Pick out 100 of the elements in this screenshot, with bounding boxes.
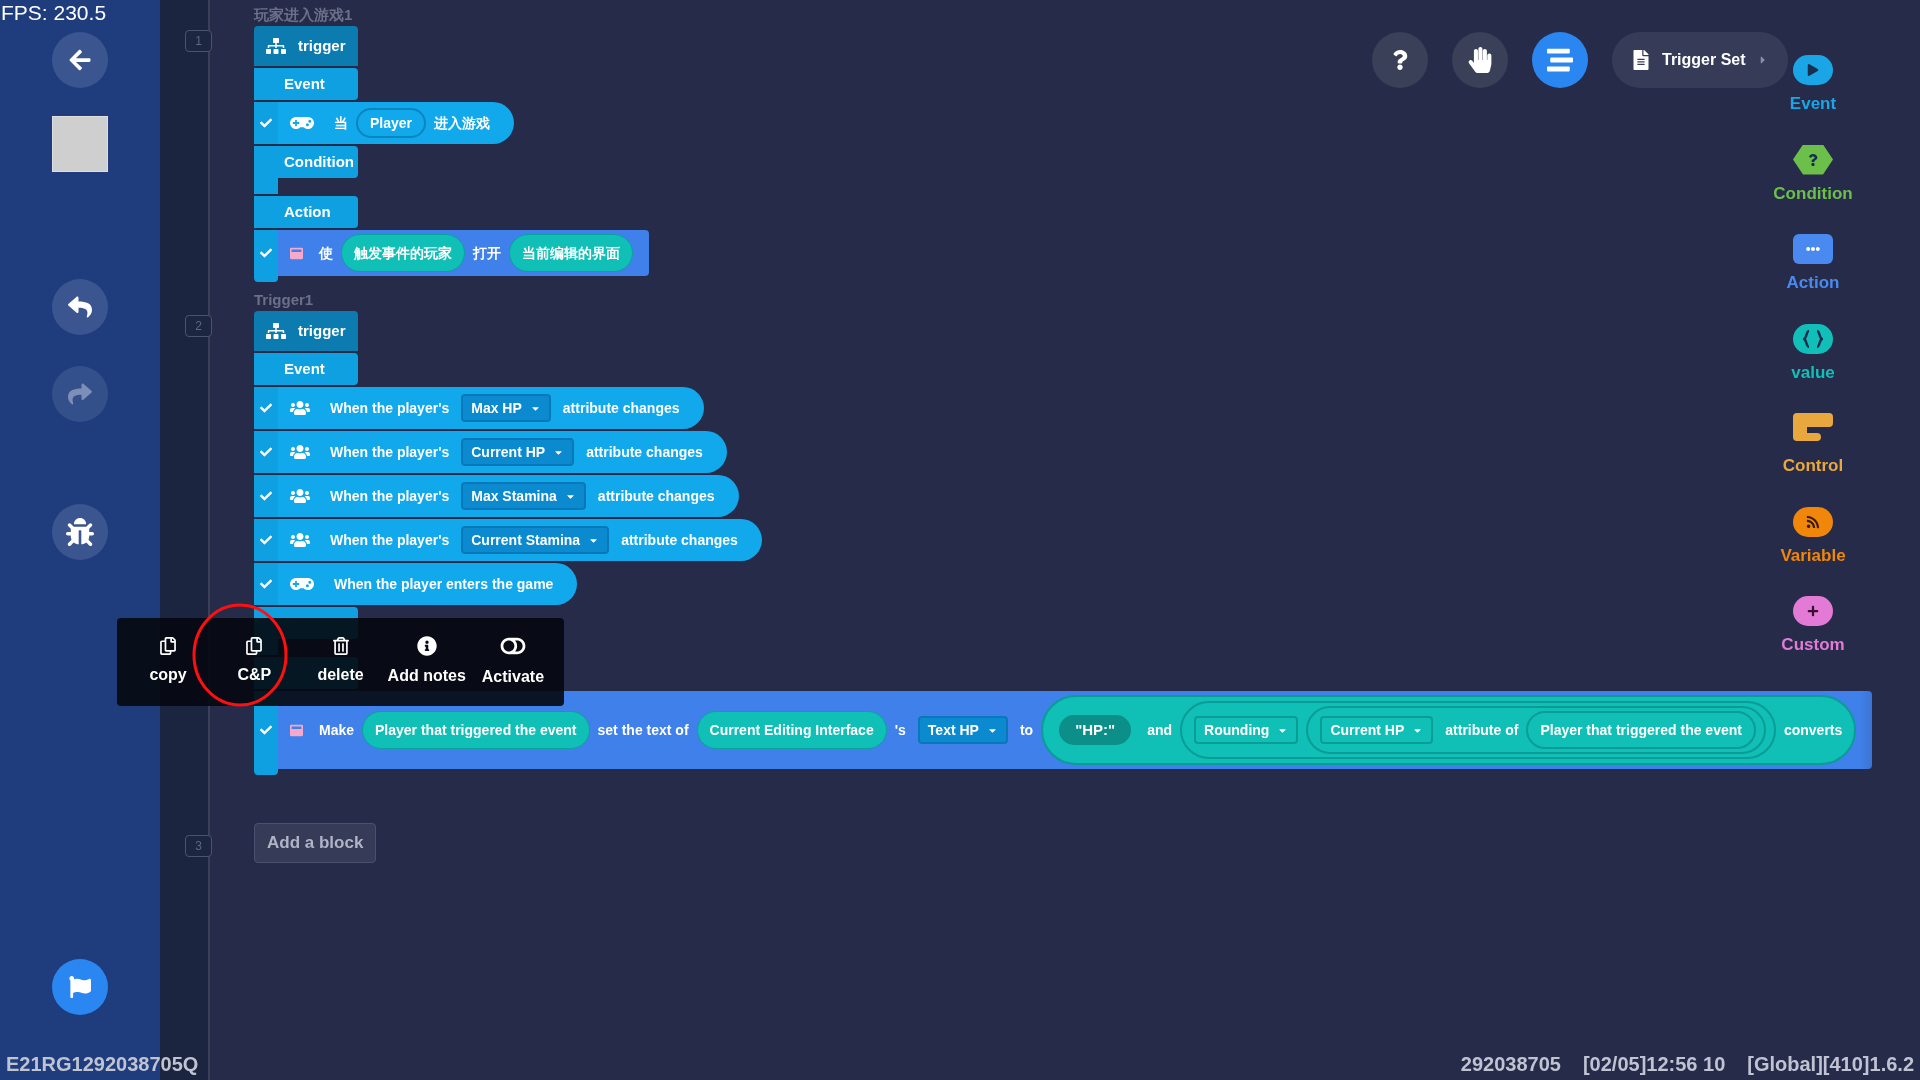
toggle-icon (499, 635, 526, 657)
undo-button[interactable] (52, 279, 108, 335)
block-label: set the text of (596, 720, 690, 740)
device-id: E21RG1292038705Q (6, 1052, 199, 1077)
trigger-header[interactable]: trigger (254, 311, 358, 351)
value-slot[interactable]: 触发事件的玩家 (341, 234, 465, 272)
value-slot[interactable]: Player (356, 108, 427, 138)
event-section-label: Event (254, 68, 358, 100)
block-label: 's (893, 720, 907, 740)
check-icon[interactable] (260, 247, 272, 259)
info-icon (416, 636, 437, 656)
event-block[interactable]: When the player's Current Stamina attribute changes (278, 519, 762, 561)
document-icon (1632, 50, 1650, 70)
trigger-set-button[interactable]: Trigger Set (1612, 32, 1788, 88)
action-block[interactable]: Make Player that triggered the event set the text of Current Editing Interface 's Text HP to "HP:" and Rounding Current HP attribute of Player that triggered the event converts (278, 691, 1873, 769)
palette-category[interactable]: Event (1789, 55, 1837, 117)
dropdown-select[interactable]: Current HP (1320, 716, 1434, 744)
value-slot[interactable]: Player that triggered the event (1526, 711, 1756, 749)
hand-icon (1467, 47, 1493, 73)
block-label: When the player enters the game (333, 574, 555, 594)
check-icon[interactable] (260, 402, 272, 414)
block-label: attribute changes (585, 442, 704, 462)
block-label: When the player's (329, 486, 451, 506)
players-icon (290, 530, 310, 550)
dropdown-select[interactable]: Max HP (461, 394, 551, 422)
players-icon (290, 398, 310, 418)
flag-icon (69, 976, 91, 998)
window-icon (290, 723, 303, 737)
bug-icon (66, 518, 94, 546)
redo-icon (68, 382, 92, 406)
block-label: 打开 (471, 243, 502, 263)
dropdown-select[interactable]: Text HP (917, 716, 1008, 744)
dropdown-select[interactable]: Rounding (1194, 716, 1299, 744)
palette-category[interactable]: Variable (1780, 506, 1846, 568)
menu-item[interactable]: copy (125, 627, 212, 697)
row-number: 1 (185, 30, 212, 52)
block-label: When the player's (329, 398, 451, 418)
trash-icon (331, 637, 350, 655)
action-block[interactable]: 使 触发事件的玩家 打开 当前编辑的界面 (278, 230, 649, 276)
row-number: 2 (185, 315, 212, 337)
event-section-label: Event (254, 353, 358, 385)
event-block[interactable]: When the player's Current HP attribute changes (278, 431, 727, 473)
debug-button[interactable] (52, 504, 108, 560)
players-icon (290, 442, 310, 462)
block-label: 当 (333, 113, 349, 133)
palette-category[interactable]: Condition (1773, 144, 1853, 206)
trigger-title: 玩家进入游戏1 (254, 5, 354, 25)
dropdown-select[interactable]: Current HP (461, 438, 575, 466)
value-slot[interactable]: 当前编辑的界面 (509, 234, 633, 272)
palette-category[interactable]: value (1791, 323, 1835, 385)
row-number: 3 (185, 835, 212, 857)
outline-icon (1547, 47, 1573, 73)
condition-section-label: Condition (254, 146, 358, 178)
back-button[interactable] (52, 32, 108, 88)
block-label: converts (1782, 720, 1844, 740)
dropdown-select[interactable]: Max Stamina (461, 482, 586, 510)
hierarchy-icon (266, 321, 286, 341)
event-block[interactable]: 当 Player 进入游戏 (278, 102, 515, 144)
block-label: attribute changes (596, 486, 716, 506)
block-label: and (1146, 720, 1174, 740)
user-id: 292038705 (1460, 1052, 1561, 1077)
copy-plus-icon (245, 637, 264, 655)
block-label: attribute changes (620, 530, 739, 550)
string-value[interactable]: "HP:" (1059, 715, 1132, 745)
event-block[interactable]: When the player's Max Stamina attribute changes (278, 475, 739, 517)
hierarchy-icon (266, 36, 286, 56)
palette-category[interactable]: Control (1782, 413, 1844, 479)
check-icon[interactable] (260, 578, 272, 590)
players-icon (290, 486, 310, 506)
palette-category[interactable]: Action (1786, 234, 1840, 296)
trigger-header[interactable]: trigger (254, 26, 358, 66)
palette-category[interactable]: Custom (1781, 596, 1845, 658)
check-icon[interactable] (260, 490, 272, 502)
fps-counter: FPS: 230.5 (0, 0, 107, 26)
check-icon[interactable] (260, 117, 272, 129)
event-block[interactable]: When the player enters the game (278, 563, 578, 605)
undo-icon (68, 295, 92, 319)
map-thumbnail[interactable] (52, 116, 108, 172)
value-slot[interactable]: Player that triggered the event (362, 711, 590, 749)
window-icon (290, 246, 303, 260)
trigger-title: Trigger1 (254, 290, 315, 310)
check-icon[interactable] (260, 534, 272, 546)
dropdown-select[interactable]: Current Stamina (461, 526, 610, 554)
arrow-left-icon (68, 48, 92, 72)
add-block-button[interactable]: Add a block (254, 823, 377, 863)
run-button[interactable] (52, 959, 108, 1015)
event-block[interactable]: When the player's Max HP attribute changes (278, 387, 704, 429)
block-label: When the player's (329, 530, 451, 550)
block-label: When the player's (329, 442, 451, 462)
block-label: attribute changes (561, 398, 681, 418)
block-label: 进入游戏 (433, 113, 492, 133)
check-icon[interactable] (260, 724, 272, 736)
redo-button[interactable] (52, 366, 108, 422)
version-text: [Global][410]1.6.2 (1747, 1052, 1914, 1077)
copy-icon (159, 637, 178, 655)
block-label: to (1018, 720, 1035, 740)
block-label: 使 (318, 243, 334, 263)
block-label: attribute of (1444, 720, 1520, 740)
check-icon[interactable] (260, 446, 272, 458)
value-slot[interactable]: Current Editing Interface (696, 711, 887, 749)
